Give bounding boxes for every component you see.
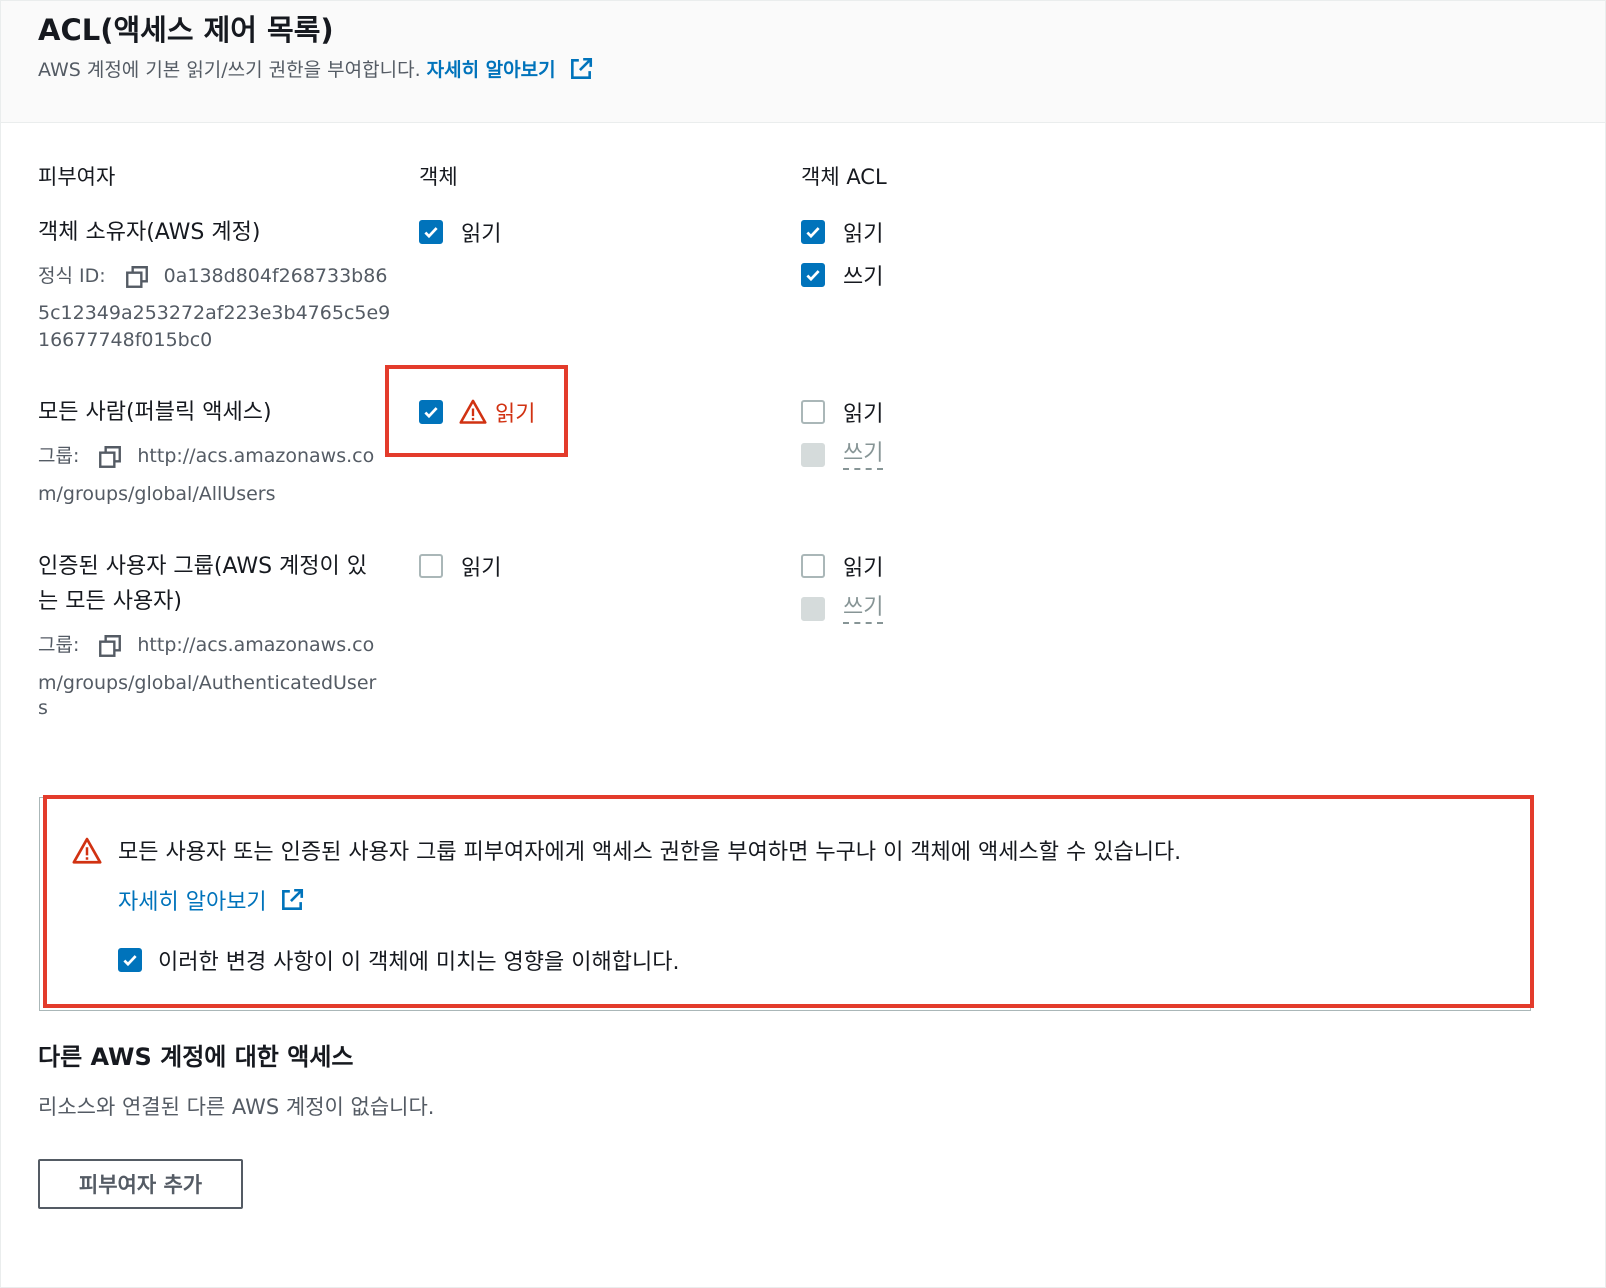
checkbox-label: 읽기 — [495, 402, 536, 427]
group-uri-line-1: http://acs.amazonaws.co — [137, 634, 375, 656]
column-header-object: 객체 — [419, 165, 458, 189]
checkbox[interactable] — [419, 220, 443, 244]
panel-header: ACL(액세스 제어 목록) AWS 계정에 기본 읽기/쓰기 권한을 부여합니… — [1, 1, 1605, 123]
checkbox-label: 쓰기 — [843, 265, 884, 290]
authenticated-acl-read[interactable]: 읽기 — [801, 549, 883, 583]
canonical-id-line-2: 5c12349a253272af223e3b4765c5e9 — [38, 302, 391, 324]
owner-acl-read[interactable]: 읽기 — [801, 215, 883, 249]
group-label: 그룹: — [38, 445, 80, 467]
everyone-object-read[interactable]: 읽기 — [419, 395, 535, 429]
copy-icon[interactable] — [124, 264, 150, 290]
grantee-group-authenticated: 그룹: http://acs.amazonaws.co m/groups/glo… — [38, 632, 376, 719]
group-uri-line-2: m/groups/global/AuthenticatedUser — [38, 672, 377, 694]
checkbox-disabled — [801, 443, 825, 467]
highlight-box-alert — [43, 795, 1534, 1008]
add-grantee-button[interactable]: 피부여자 추가 — [38, 1159, 243, 1209]
checkbox[interactable] — [801, 263, 825, 287]
check-icon — [806, 227, 820, 239]
checkbox[interactable] — [801, 220, 825, 244]
column-header-grantee: 피부여자 — [38, 165, 116, 189]
owner-acl-write[interactable]: 쓰기 — [801, 258, 883, 292]
grantee-name-owner: 객체 소유자(AWS 계정) — [38, 220, 261, 245]
other-accounts-empty-text: 리소스와 연결된 다른 AWS 계정이 없습니다. — [38, 1095, 435, 1119]
authenticated-object-read[interactable]: 읽기 — [419, 549, 501, 583]
check-icon — [424, 227, 438, 239]
copy-icon[interactable] — [97, 633, 123, 659]
checkbox-label: 쓰기 — [843, 594, 884, 624]
acl-panel: ACL(액세스 제어 목록) AWS 계정에 기본 읽기/쓰기 권한을 부여합니… — [0, 0, 1606, 1288]
checkbox-label: 읽기 — [843, 556, 884, 581]
checkbox-label: 읽기 — [461, 556, 502, 581]
canonical-id-line-1: 0a138d804f268733b86 — [163, 265, 388, 287]
checkbox[interactable] — [801, 400, 825, 424]
everyone-acl-read[interactable]: 읽기 — [801, 395, 883, 429]
grantee-id-owner: 정식 ID: 0a138d804f268733b86 5c12349a25327… — [38, 263, 390, 354]
learn-more-link[interactable]: 자세히 알아보기 — [427, 55, 594, 82]
learn-more-label: 자세히 알아보기 — [426, 59, 556, 81]
group-uri-line-2: m/groups/global/AllUsers — [38, 483, 276, 505]
checkbox-disabled — [801, 597, 825, 621]
canonical-id-line-3: 16677748f015bc0 — [38, 329, 213, 351]
page-description: AWS 계정에 기본 읽기/쓰기 권한을 부여합니다. 자세히 알아보기 — [38, 55, 594, 82]
checkbox-label: 읽기 — [461, 222, 502, 247]
checkbox[interactable] — [419, 554, 443, 578]
checkbox[interactable] — [419, 400, 443, 424]
other-accounts-title: 다른 AWS 계정에 대한 액세스 — [38, 1043, 354, 1071]
checkbox-label: 쓰기 — [843, 440, 884, 470]
checkbox-label: 읽기 — [843, 222, 884, 247]
grantee-name-line-1: 인증된 사용자 그룹(AWS 계정이 있 — [38, 554, 368, 579]
authenticated-acl-write: 쓰기 — [801, 592, 884, 626]
grantee-name-everyone: 모든 사람(퍼블릭 액세스) — [38, 400, 272, 425]
check-icon — [424, 407, 438, 419]
column-header-object-acl: 객체 ACL — [801, 165, 887, 189]
checkbox[interactable] — [801, 554, 825, 578]
check-icon — [806, 270, 820, 282]
external-link-icon — [570, 57, 592, 79]
page-title: ACL(액세스 제어 목록) — [38, 13, 334, 47]
grantee-name-authenticated: 인증된 사용자 그룹(AWS 계정이 있 는 모든 사용자) — [38, 549, 367, 619]
grantee-group-everyone: 그룹: http://acs.amazonaws.co m/groups/glo… — [38, 443, 374, 508]
group-uri-line-3: s — [38, 697, 48, 719]
checkbox-label: 읽기 — [843, 402, 884, 427]
group-uri-line-1: http://acs.amazonaws.co — [137, 445, 375, 467]
warning-icon — [459, 399, 487, 424]
grantee-name-line-2: 는 모든 사용자) — [38, 589, 183, 614]
owner-object-read[interactable]: 읽기 — [419, 215, 501, 249]
canonical-id-label: 정식 ID: — [38, 265, 106, 287]
group-label: 그룹: — [38, 634, 80, 656]
description-text: AWS 계정에 기본 읽기/쓰기 권한을 부여합니다. — [38, 59, 421, 81]
copy-icon[interactable] — [97, 444, 123, 470]
everyone-acl-write: 쓰기 — [801, 438, 884, 472]
